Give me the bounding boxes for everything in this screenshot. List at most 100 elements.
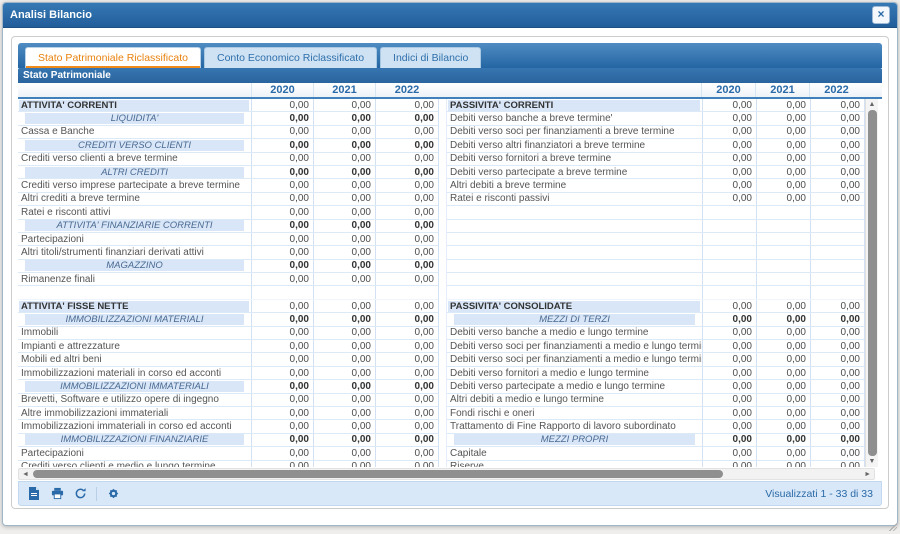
value-cell: 0,00	[313, 394, 375, 406]
vertical-scrollbar-thumb[interactable]	[868, 110, 877, 456]
table-row[interactable]	[447, 220, 864, 233]
value-cell: 0,00	[810, 112, 864, 124]
table-row[interactable]: MEZZI PROPRI0,000,000,00	[447, 434, 864, 447]
table-row[interactable]: Crediti verso imprese partecipate a brev…	[18, 179, 438, 192]
table-row[interactable]: Altre immobilizzazioni immateriali0,000,…	[18, 407, 438, 420]
table-row[interactable]: IMMOBILIZZAZIONI IMMATERIALI0,000,000,00	[18, 380, 438, 393]
table-row[interactable]	[447, 246, 864, 259]
table-row[interactable]: Brevetti, Software e utilizzo opere di i…	[18, 394, 438, 407]
table-row[interactable]	[447, 206, 864, 219]
value-cell: 0,00	[251, 434, 313, 446]
table-row[interactable]	[447, 286, 864, 299]
row-label: Immobilizzazioni materiali in corso ed a…	[18, 367, 251, 379]
table-row[interactable]: Rimanenze finali0,000,000,00	[18, 273, 438, 286]
table-row[interactable]	[447, 273, 864, 286]
resize-grip[interactable]	[888, 522, 897, 531]
table-row[interactable]: Riserve0,000,000,00	[447, 461, 864, 467]
table-row[interactable]: Trattamento di Fine Rapporto di lavoro s…	[447, 420, 864, 433]
row-label: Cassa e Banche	[18, 126, 251, 138]
table-row[interactable]: Immobili0,000,000,00	[18, 327, 438, 340]
value-cell: 0,00	[702, 179, 756, 191]
table-row[interactable]: Debiti verso partecipate a medio e lungo…	[447, 380, 864, 393]
row-label: Partecipazioni	[18, 447, 251, 459]
table-row[interactable]: Ratei e risconti attivi0,000,000,00	[18, 206, 438, 219]
value-cell: 0,00	[375, 420, 438, 432]
table-row[interactable]: Debiti verso partecipate a breve termine…	[447, 166, 864, 179]
value-cell: 0,00	[313, 461, 375, 467]
table-row[interactable]: Debiti verso fornitori a breve termine0,…	[447, 153, 864, 166]
value-cell	[756, 260, 810, 272]
value-cell	[756, 233, 810, 245]
table-row[interactable]: Debiti verso banche a medio e lungo term…	[447, 327, 864, 340]
value-cell	[702, 206, 756, 218]
table-row[interactable]	[447, 233, 864, 246]
table-row[interactable]: Debiti verso fornitori a medio e lungo t…	[447, 367, 864, 380]
row-label: Altri debiti a breve termine	[447, 179, 702, 191]
horizontal-scrollbar-thumb[interactable]	[33, 470, 723, 478]
table-row[interactable]: Capitale0,000,000,00	[447, 447, 864, 460]
table-row[interactable]: IMMOBILIZZAZIONI FINANZIARIE0,000,000,00	[18, 434, 438, 447]
row-label	[447, 286, 702, 298]
value-cell	[702, 233, 756, 245]
table-row[interactable]: Partecipazioni0,000,000,00	[18, 233, 438, 246]
table-row[interactable]: Altri titoli/strumenti finanziari deriva…	[18, 246, 438, 259]
table-row[interactable]: PASSIVITA' CONSOLIDATE0,000,000,00	[447, 300, 864, 313]
horizontal-scrollbar[interactable]: ◄ ►	[18, 468, 875, 480]
table-row[interactable]: Ratei e risconti passivi0,000,000,00	[447, 193, 864, 206]
table-row[interactable]: MAGAZZINO0,000,000,00	[18, 260, 438, 273]
table-row[interactable]: ATTIVITA' FISSE NETTE0,000,000,00	[18, 300, 438, 313]
table-row[interactable]: Debiti verso soci per finanziamenti a me…	[447, 353, 864, 366]
table-row[interactable]: Debiti verso soci per finanziamenti a br…	[447, 126, 864, 139]
table-row[interactable]: Cassa e Banche0,000,000,00	[18, 126, 438, 139]
table-row[interactable]: LIQUIDITA'0,000,000,00	[18, 112, 438, 125]
print-icon[interactable]	[50, 487, 64, 501]
scroll-right-icon[interactable]: ►	[864, 471, 871, 478]
table-row[interactable]: Crediti verso clienti a breve termine0,0…	[18, 153, 438, 166]
row-label: Immobili	[18, 327, 251, 339]
table-row[interactable]: PASSIVITA' CORRENTI0,000,000,00	[447, 99, 864, 112]
row-label: Debiti verso banche a medio e lungo term…	[447, 327, 702, 339]
table-row[interactable]: Immobilizzazioni materiali in corso ed a…	[18, 367, 438, 380]
value-cell: 0,00	[251, 233, 313, 245]
vertical-scrollbar[interactable]: ▲ ▼	[865, 99, 878, 467]
table-row[interactable]: Debiti verso soci per finanziamenti a me…	[447, 340, 864, 353]
table-row[interactable]: Debiti verso banche a breve termine'0,00…	[447, 112, 864, 125]
row-label: Partecipazioni	[18, 233, 251, 245]
refresh-icon[interactable]	[73, 487, 87, 501]
row-label: Crediti verso clienti a breve termine	[18, 153, 251, 165]
table-row[interactable]	[18, 286, 438, 299]
scroll-down-icon[interactable]: ▼	[869, 458, 876, 465]
table-row[interactable]: Fondi rischi e oneri0,000,000,00	[447, 407, 864, 420]
settings-gear-icon[interactable]	[106, 487, 120, 501]
table-row[interactable]: Altri debiti a medio e lungo termine0,00…	[447, 394, 864, 407]
table-row[interactable]: ALTRI CREDITI0,000,000,00	[18, 166, 438, 179]
table-row[interactable]: Immobilizzazioni immateriali in corso ed…	[18, 420, 438, 433]
value-cell: 0,00	[756, 193, 810, 205]
value-cell: 0,00	[810, 367, 864, 379]
table-row[interactable]: Altri crediti a breve termine0,000,000,0…	[18, 193, 438, 206]
value-cell	[375, 286, 438, 298]
tab-stato-patrimoniale-riclassificato[interactable]: Stato Patrimoniale Riclassificato	[25, 47, 201, 68]
table-row[interactable]: Impianti e attrezzature0,000,000,00	[18, 340, 438, 353]
table-row[interactable]	[447, 260, 864, 273]
value-cell: 0,00	[313, 407, 375, 419]
table-row[interactable]: Crediti verso clienti e medio e lungo te…	[18, 461, 438, 467]
table-row[interactable]: ATTIVITA' FINANZIARIE CORRENTI0,000,000,…	[18, 220, 438, 233]
tab-indici-di-bilancio[interactable]: Indici di Bilancio	[380, 47, 481, 68]
table-row[interactable]: Debiti verso altri finanziatori a breve …	[447, 139, 864, 152]
table-row[interactable]: Mobili ed altri beni0,000,000,00	[18, 353, 438, 366]
table-row[interactable]: Partecipazioni0,000,000,00	[18, 447, 438, 460]
tab-conto-economico-riclassificato[interactable]: Conto Economico Riclassificato	[204, 47, 377, 68]
footer-toolbar	[27, 487, 120, 501]
scroll-left-icon[interactable]: ◄	[22, 471, 29, 478]
table-row[interactable]: ATTIVITA' CORRENTI0,000,000,00	[18, 99, 438, 112]
value-cell: 0,00	[313, 260, 375, 272]
value-cell: 0,00	[375, 367, 438, 379]
scroll-up-icon[interactable]: ▲	[869, 101, 876, 108]
table-row[interactable]: MEZZI DI TERZI0,000,000,00	[447, 313, 864, 326]
export-document-icon[interactable]	[27, 487, 41, 501]
table-row[interactable]: Altri debiti a breve termine0,000,000,00	[447, 179, 864, 192]
table-row[interactable]: IMMOBILIZZAZIONI MATERIALI0,000,000,00	[18, 313, 438, 326]
table-row[interactable]: CREDITI VERSO CLIENTI0,000,000,00	[18, 139, 438, 152]
close-icon[interactable]: ×	[872, 6, 890, 24]
